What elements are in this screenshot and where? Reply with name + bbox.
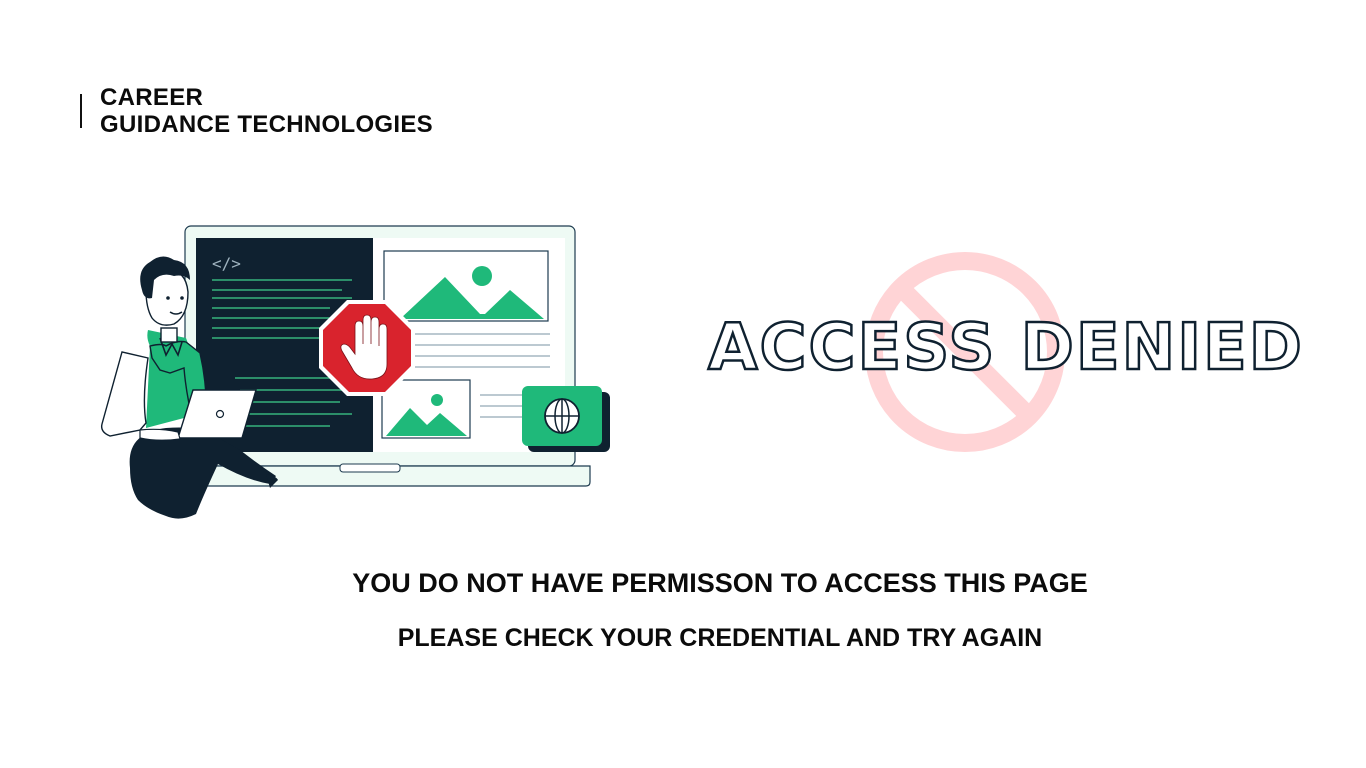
access-denied-banner: ACCESS DENIED — [700, 245, 1304, 460]
brand-divider — [80, 94, 82, 128]
credential-message: PLEASE CHECK YOUR CREDENTIAL AND TRY AGA… — [397, 624, 1043, 652]
stop-hand-icon — [319, 300, 415, 396]
brand-name: CAREER GUIDANCE TECHNOLOGIES — [100, 84, 433, 138]
brand-line-1: CAREER — [100, 84, 204, 111]
brand-line-2: GUIDANCE TECHNOLOGIES — [100, 111, 433, 138]
code-tag: </> — [212, 254, 241, 273]
image-icon — [383, 250, 549, 322]
permission-message: YOU DO NOT HAVE PERMISSON TO ACCESS THIS… — [352, 568, 1088, 598]
access-denied-title: ACCESS DENIED — [707, 310, 1304, 387]
small-image-icon — [381, 379, 471, 439]
access-restricted-illustration: </> — [100, 225, 610, 519]
globe-icon — [522, 386, 610, 452]
